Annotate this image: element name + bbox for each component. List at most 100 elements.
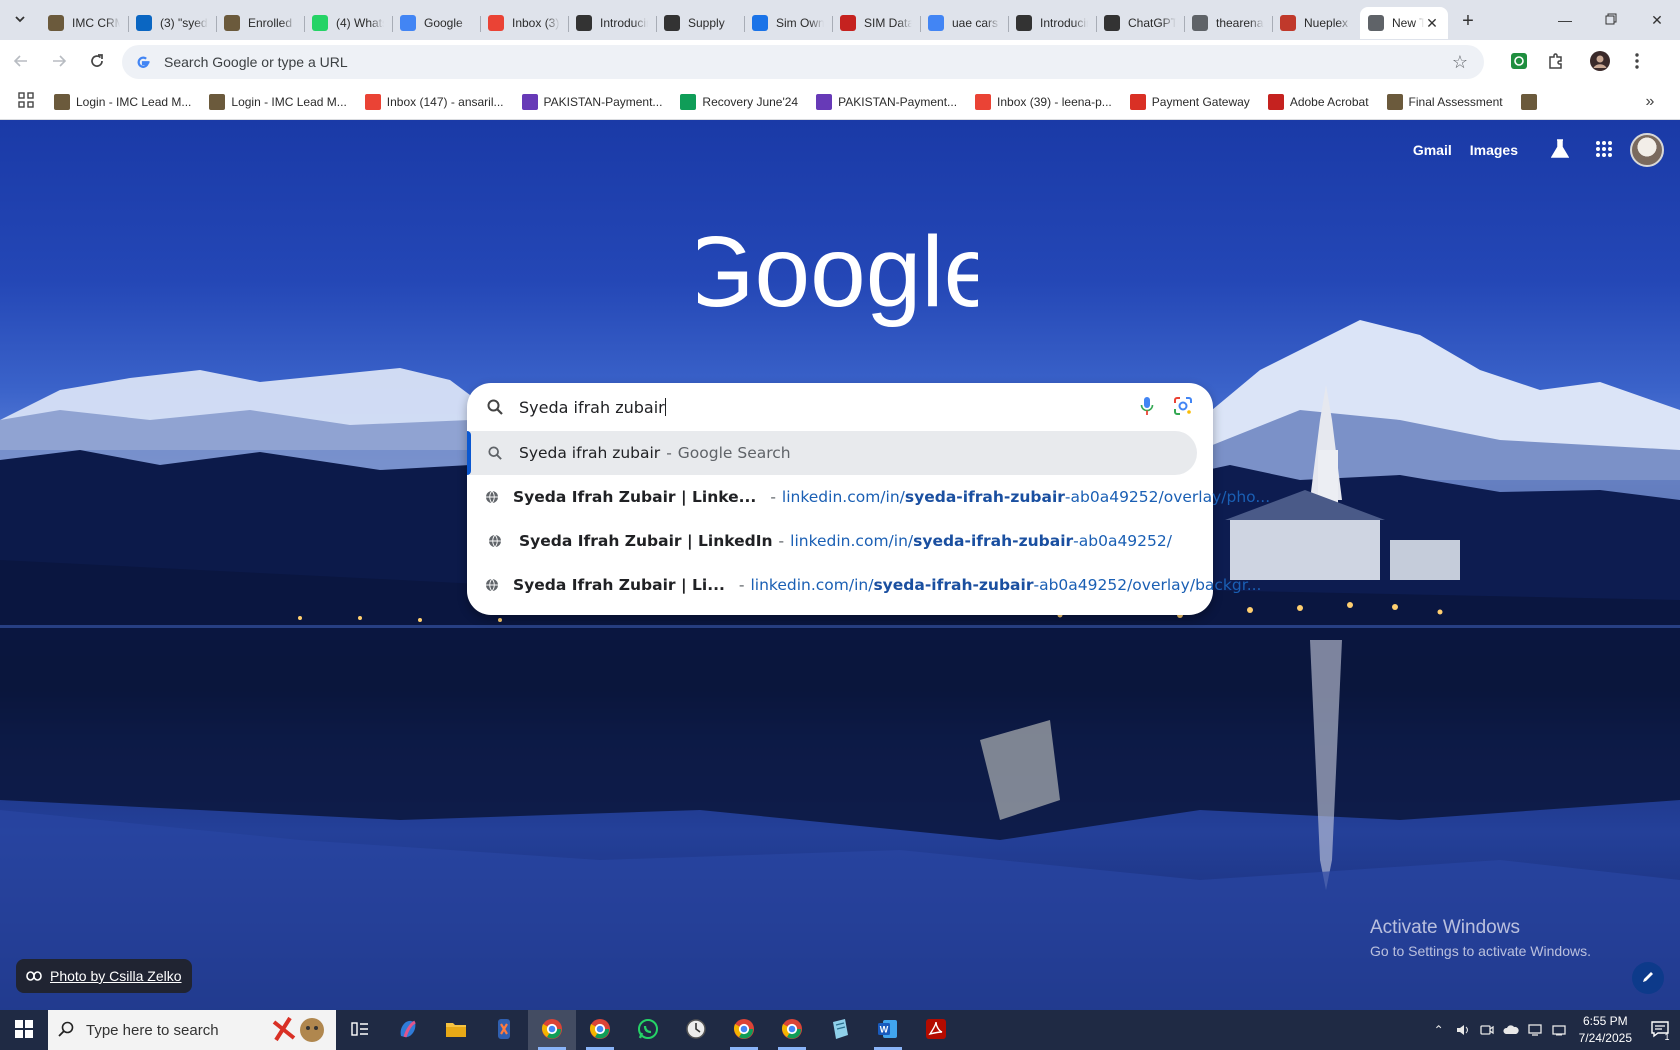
system-clock[interactable]: 6:55 PM 7/24/2025 (1579, 1013, 1632, 1047)
browser-tab[interactable]: ChatGPT (1096, 7, 1184, 39)
browser-tab[interactable]: uae cars (920, 7, 1008, 39)
sheets-icon (680, 93, 697, 110)
taskbar-search[interactable]: Type here to search (48, 1010, 336, 1050)
labs-button[interactable] (1540, 130, 1580, 170)
browser-tab[interactable]: New Tab✕ (1360, 7, 1448, 39)
network-icon[interactable] (1547, 1010, 1571, 1050)
extension-pin-button[interactable] (1502, 45, 1536, 79)
browser-tab[interactable]: Google (392, 7, 480, 39)
reload-button[interactable] (80, 45, 114, 79)
file-explorer-app[interactable] (432, 1010, 480, 1050)
forward-button[interactable] (42, 45, 76, 79)
omnibox-placeholder: Search Google or type a URL (164, 54, 348, 70)
whatsapp-icon (312, 15, 328, 31)
browser-tab[interactable]: (4) WhatsApp (304, 7, 392, 39)
notification-center-button[interactable]: 1 (1640, 1010, 1680, 1050)
volume-icon[interactable] (1451, 1010, 1475, 1050)
task-view-button[interactable] (336, 1010, 384, 1050)
linkedin-icon (136, 15, 152, 31)
chrome-app[interactable] (528, 1010, 576, 1050)
chrome-profile-app[interactable] (768, 1010, 816, 1050)
meet-now-icon[interactable] (1475, 1010, 1499, 1050)
suggestion-row[interactable]: Syeda Ifrah Zubair | Linke... - linkedin… (467, 475, 1270, 519)
clock-icon (685, 1018, 707, 1043)
onedrive-icon[interactable] (1499, 1010, 1523, 1050)
browser-tab[interactable]: Introducing (1008, 7, 1096, 39)
gmail-link[interactable]: Gmail (1413, 142, 1452, 158)
word-app[interactable]: W (864, 1010, 912, 1050)
bookmark-item[interactable]: Adobe Acrobat (1260, 88, 1377, 116)
chrome-profile-app[interactable] (576, 1010, 624, 1050)
browser-tab[interactable]: thearena (1184, 7, 1272, 39)
imc-icon (54, 93, 70, 110)
bookmark-item[interactable]: Login - IMC Lead M... (46, 88, 199, 116)
bookmark-label: Final Assessment (1408, 94, 1503, 109)
browser-tab[interactable]: Enrolled (216, 7, 304, 39)
bookmark-star-icon[interactable]: ☆ (1448, 50, 1472, 74)
imc-icon (48, 15, 64, 31)
photo-credit-link[interactable]: Photo by Csilla Zelko (16, 959, 192, 993)
search-input-row[interactable]: Syeda ifrah zubair (467, 385, 1213, 429)
bookmark-item[interactable]: PAKISTAN-Payment... (808, 88, 965, 116)
close-window-button[interactable]: ✕ (1634, 0, 1680, 40)
search-input[interactable]: Syeda ifrah zubair (519, 397, 1125, 417)
suggestion-row[interactable]: Syeda ifrah zubair - Google Search (467, 431, 1197, 475)
customize-chrome-button[interactable] (1632, 962, 1664, 994)
bookmark-item[interactable]: Final Assessment (1379, 88, 1511, 116)
minimize-button[interactable]: — (1542, 0, 1588, 40)
browser-tab[interactable]: Inbox (3) (480, 7, 568, 39)
tray-overflow-icon[interactable]: ⌃ (1427, 1010, 1451, 1050)
bookmark-item[interactable]: Recovery June'24 (672, 88, 806, 116)
bookmarks-overflow-button[interactable]: » (1636, 88, 1664, 116)
chrome-icon (589, 1018, 611, 1043)
google-apps-button[interactable] (1584, 130, 1624, 170)
bookmark-label: PAKISTAN-Payment... (838, 94, 958, 109)
account-avatar[interactable] (1630, 133, 1664, 167)
bookmark-item[interactable]: PAKISTAN-Payment... (514, 88, 671, 116)
chrome-profile-app[interactable] (720, 1010, 768, 1050)
tab-title: (3) "syeda ifrah zubair" (160, 16, 208, 30)
search-icon (485, 443, 505, 463)
microphone-icon (1140, 396, 1154, 419)
display-icon[interactable] (1523, 1010, 1547, 1050)
imc-icon (1520, 93, 1537, 110)
clock-app[interactable] (672, 1010, 720, 1050)
bookmark-list: Login - IMC Lead M... Login - IMC Lead M.… (44, 88, 1545, 116)
clock-date: 7/24/2025 (1578, 1031, 1632, 1045)
browser-tab[interactable]: Nueplex (1272, 7, 1360, 39)
lens-search-button[interactable] (1169, 393, 1197, 421)
bookmark-item[interactable]: Inbox (39) - leena-p... (967, 88, 1120, 116)
omnibox[interactable]: Search Google or type a URL ☆ (122, 45, 1484, 79)
back-button[interactable] (4, 45, 38, 79)
whatsapp-app[interactable] (624, 1010, 672, 1050)
menu-button[interactable] (1620, 45, 1654, 79)
voice-search-button[interactable] (1133, 393, 1161, 421)
bookmark-item[interactable]: Inbox (147) - ansaril... (357, 88, 512, 116)
browser-tab[interactable]: Sim Owner (744, 7, 832, 39)
bookmark-item[interactable]: Payment Gateway (1122, 88, 1258, 116)
copilot-app[interactable] (384, 1010, 432, 1050)
tab-search-button[interactable] (0, 0, 40, 40)
notepad-app[interactable] (816, 1010, 864, 1050)
restore-button[interactable] (1588, 0, 1634, 40)
suggestion-row[interactable]: Syeda Ifrah Zubair | LinkedIn - linkedin… (467, 519, 1213, 563)
bookmark-item[interactable] (1513, 88, 1545, 116)
activate-windows-watermark: Activate Windows Go to Settings to activ… (1370, 917, 1591, 959)
suggestion-row[interactable]: Syeda Ifrah Zubair | Li... - linkedin.co… (467, 563, 1261, 607)
browser-tab[interactable]: IMC CRM (40, 7, 128, 39)
browser-tab[interactable]: (3) "syeda ifrah zubair" (128, 7, 216, 39)
browser-tab[interactable]: SIM Data (832, 7, 920, 39)
apps-shortcut[interactable] (8, 88, 44, 116)
chrome-icon (733, 1018, 755, 1043)
bookmark-item[interactable]: Login - IMC Lead M... (201, 88, 354, 116)
start-button[interactable] (0, 1010, 48, 1050)
browser-tab[interactable]: Supply (656, 7, 744, 39)
browser-tab[interactable]: Introducing (568, 7, 656, 39)
extensions-button[interactable] (1539, 45, 1573, 79)
new-tab-button[interactable]: + (1454, 7, 1482, 35)
snipping-tool-app[interactable] (480, 1010, 528, 1050)
close-tab-icon[interactable]: ✕ (1424, 15, 1440, 31)
profile-button[interactable] (1583, 45, 1617, 79)
acrobat-app[interactable] (912, 1010, 960, 1050)
images-link[interactable]: Images (1470, 142, 1518, 158)
